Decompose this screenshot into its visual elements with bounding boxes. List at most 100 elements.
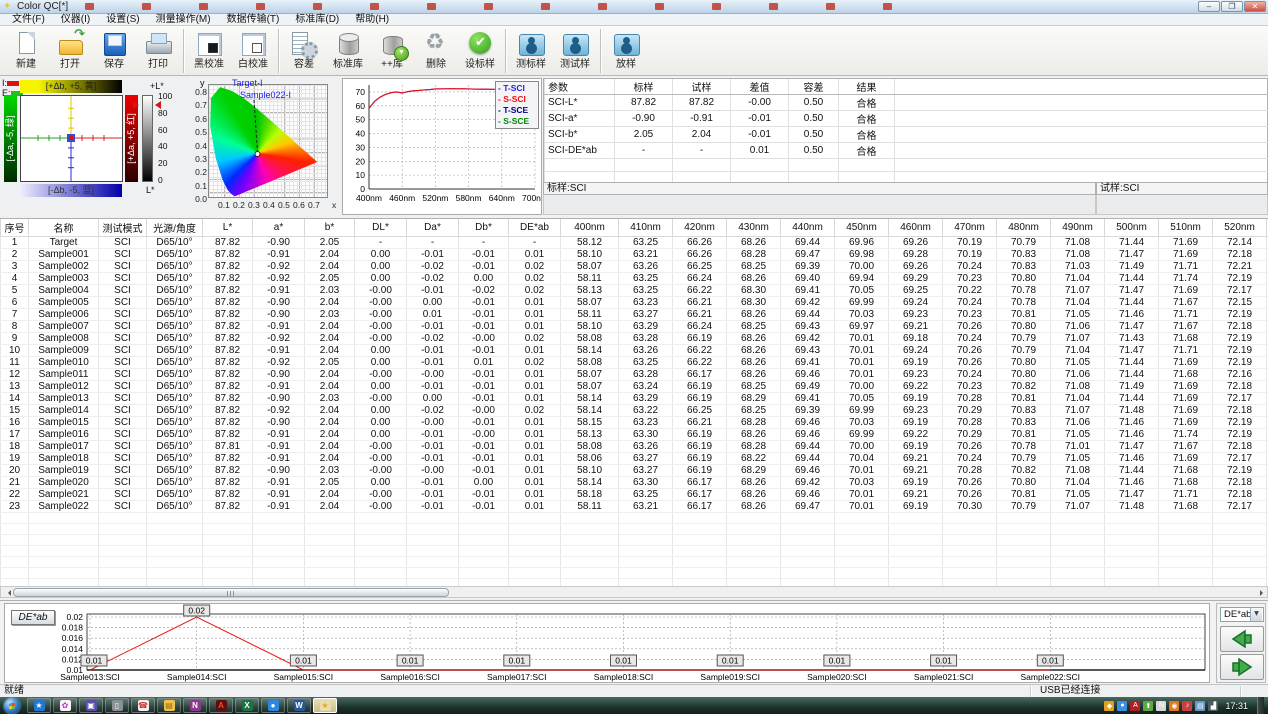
table-row[interactable]: 16Sample015SCID65/10°87.82-0.902.040.00-… [1, 417, 1268, 429]
params-row[interactable]: SCI-b*2.052.04-0.010.50合格 [545, 127, 1268, 143]
maximize-button[interactable]: ❐ [1221, 1, 1243, 12]
table-row[interactable]: 7Sample006SCID65/10°87.82-0.902.03-0.000… [1, 309, 1268, 321]
menu-item-1[interactable]: 文件(F) [4, 14, 53, 26]
table-row[interactable]: 4Sample003SCID65/10°87.82-0.922.050.00-0… [1, 273, 1268, 285]
close-button[interactable]: ✕ [1244, 1, 1266, 12]
column-header-Db*[interactable]: Db* [459, 219, 509, 237]
toolbar-button-测标样[interactable]: 测标样 [509, 28, 553, 74]
table-row[interactable]: 23Sample022SCID65/10°87.82-0.912.04-0.00… [1, 501, 1268, 513]
table-row[interactable]: 21Sample020SCID65/10°87.82-0.912.050.00-… [1, 477, 1268, 489]
table-row[interactable]: 10Sample009SCID65/10°87.82-0.912.040.00-… [1, 345, 1268, 357]
table-row[interactable]: 9Sample008SCID65/10°87.82-0.922.04-0.00-… [1, 333, 1268, 345]
table-row[interactable]: 19Sample018SCID65/10°87.82-0.912.04-0.00… [1, 453, 1268, 465]
toolbar-button-新建[interactable]: 新建 [4, 28, 48, 74]
column-header-DE*ab[interactable]: DE*ab [509, 219, 561, 237]
column-header-410nm[interactable]: 410nm [619, 219, 673, 237]
column-header-520nm[interactable]: 520nm [1213, 219, 1267, 237]
column-header-450nm[interactable]: 450nm [835, 219, 889, 237]
scroll-right-arrow-icon[interactable] [1255, 587, 1267, 597]
column-header-序号[interactable]: 序号 [1, 219, 29, 237]
params-row[interactable]: SCI-a*-0.90-0.91-0.010.50合格 [545, 111, 1268, 127]
table-row[interactable]: 2Sample001SCID65/10°87.82-0.912.040.00-0… [1, 249, 1268, 261]
scrollbar-thumb[interactable] [13, 588, 449, 597]
table-row[interactable]: 8Sample007SCID65/10°87.82-0.912.04-0.00-… [1, 321, 1268, 333]
table-row[interactable]: 18Sample017SCID65/10°87.81-0.912.04-0.00… [1, 441, 1268, 453]
table-row[interactable]: 13Sample012SCID65/10°87.82-0.912.040.00-… [1, 381, 1268, 393]
column-header-Da*[interactable]: Da* [407, 219, 459, 237]
toolbar-button-设标样[interactable]: 设标样 [458, 28, 502, 74]
table-row[interactable]: 14Sample013SCID65/10°87.82-0.902.03-0.00… [1, 393, 1268, 405]
tray-n-icon[interactable]: N [1156, 701, 1166, 711]
column-header-DL*[interactable]: DL* [355, 219, 407, 237]
toolbar-button-放样[interactable]: 放样 [604, 28, 648, 74]
column-header-510nm[interactable]: 510nm [1159, 219, 1213, 237]
horizontal-scrollbar[interactable] [0, 586, 1268, 598]
taskbar-app-comm[interactable]: ☎ [131, 698, 155, 713]
menu-item-7[interactable]: 帮助(H) [347, 14, 397, 26]
toolbar-button-标准库[interactable]: 标准库 [326, 28, 370, 74]
show-desktop-button[interactable] [1257, 697, 1264, 714]
toolbar-button-容差[interactable]: 容差 [282, 28, 326, 74]
next-button[interactable] [1220, 654, 1264, 680]
table-row[interactable]: 5Sample004SCID65/10°87.82-0.912.03-0.00-… [1, 285, 1268, 297]
menu-item-2[interactable]: 仪器(I) [53, 14, 98, 26]
menu-item-6[interactable]: 标准库(D) [287, 14, 347, 26]
scroll-left-arrow-icon[interactable] [1, 587, 13, 597]
taskbar-app-browser[interactable]: ● [261, 698, 285, 713]
column-header-430nm[interactable]: 430nm [727, 219, 781, 237]
taskbar-app-word[interactable]: W [287, 698, 311, 713]
column-header-460nm[interactable]: 460nm [889, 219, 943, 237]
column-header-光源/角度[interactable]: 光源/角度 [147, 219, 203, 237]
toolbar-button-白校准[interactable]: 白校准 [231, 28, 275, 74]
toolbar-button-打开[interactable]: 打开 [48, 28, 92, 74]
table-row[interactable]: 11Sample010SCID65/10°87.82-0.922.050.00-… [1, 357, 1268, 369]
table-row[interactable]: 20Sample019SCID65/10°87.82-0.902.03-0.00… [1, 465, 1268, 477]
column-header-a*[interactable]: a* [253, 219, 305, 237]
column-header-480nm[interactable]: 480nm [997, 219, 1051, 237]
taskbar-app-acrobat[interactable]: A [209, 698, 233, 713]
column-header-测试模式[interactable]: 测试模式 [99, 219, 147, 237]
column-header-名称[interactable]: 名称 [29, 219, 99, 237]
taskbar-app-colorqc[interactable]: ★ [313, 698, 337, 713]
taskbar-app-onenote[interactable]: N [183, 698, 207, 713]
taskbar-app-color-wheel[interactable]: ✿ [53, 698, 77, 713]
tray-browser-icon[interactable]: ● [1117, 701, 1127, 711]
table-row[interactable]: 3Sample002SCID65/10°87.82-0.922.040.00-0… [1, 261, 1268, 273]
minimize-button[interactable]: – [1198, 1, 1220, 12]
params-row[interactable]: SCI-L*87.8287.82-0.000.50合格 [545, 95, 1268, 111]
column-header-470nm[interactable]: 470nm [943, 219, 997, 237]
taskbar-app-device[interactable]: ▯ [105, 698, 129, 713]
start-button[interactable] [2, 698, 22, 714]
toolbar-button-测试样[interactable]: 测试样 [553, 28, 597, 74]
tray-display-icon[interactable]: ▤ [1195, 701, 1205, 711]
column-header-b*[interactable]: b* [305, 219, 355, 237]
table-row[interactable]: 12Sample011SCID65/10°87.82-0.902.04-0.00… [1, 369, 1268, 381]
table-row[interactable]: 6Sample005SCID65/10°87.82-0.902.04-0.000… [1, 297, 1268, 309]
toolbar-button-删除[interactable]: 删除 [414, 28, 458, 74]
menu-item-5[interactable]: 数据传输(T) [219, 14, 288, 26]
column-header-500nm[interactable]: 500nm [1105, 219, 1159, 237]
tray-network-icon[interactable]: ▟ [1208, 701, 1218, 711]
toolbar-button-打印[interactable]: 打印 [136, 28, 180, 74]
taskbar-app-star[interactable]: ★ [27, 698, 51, 713]
tray-alert-icon[interactable]: ◆ [1104, 701, 1114, 711]
tray-acrobat-icon[interactable]: A [1130, 701, 1140, 711]
previous-button[interactable] [1220, 626, 1264, 652]
column-header-400nm[interactable]: 400nm [561, 219, 619, 237]
menu-item-3[interactable]: 设置(S) [98, 14, 147, 26]
table-row[interactable]: 22Sample021SCID65/10°87.82-0.912.04-0.00… [1, 489, 1268, 501]
toolbar-button-++库[interactable]: ++库 [370, 28, 414, 74]
column-header-490nm[interactable]: 490nm [1051, 219, 1105, 237]
taskbar-app-purple[interactable]: ▣ [79, 698, 103, 713]
metric-dropdown[interactable]: DE*ab [1220, 607, 1264, 622]
taskbar-app-excel[interactable]: X [235, 698, 259, 713]
tray-orange-icon[interactable]: ◉ [1169, 701, 1179, 711]
params-row[interactable]: SCI-DE*ab--0.010.50合格 [545, 143, 1268, 159]
table-row[interactable]: 15Sample014SCID65/10°87.82-0.922.040.00-… [1, 405, 1268, 417]
table-row[interactable]: 1TargetSCID65/10°87.82-0.902.05----58.12… [1, 237, 1268, 249]
tray-usb-icon[interactable]: ⬆ [1143, 701, 1153, 711]
column-header-420nm[interactable]: 420nm [673, 219, 727, 237]
toolbar-button-保存[interactable]: 保存 [92, 28, 136, 74]
column-header-L*[interactable]: L* [203, 219, 253, 237]
tray-audio-icon[interactable]: ♪ [1182, 701, 1192, 711]
